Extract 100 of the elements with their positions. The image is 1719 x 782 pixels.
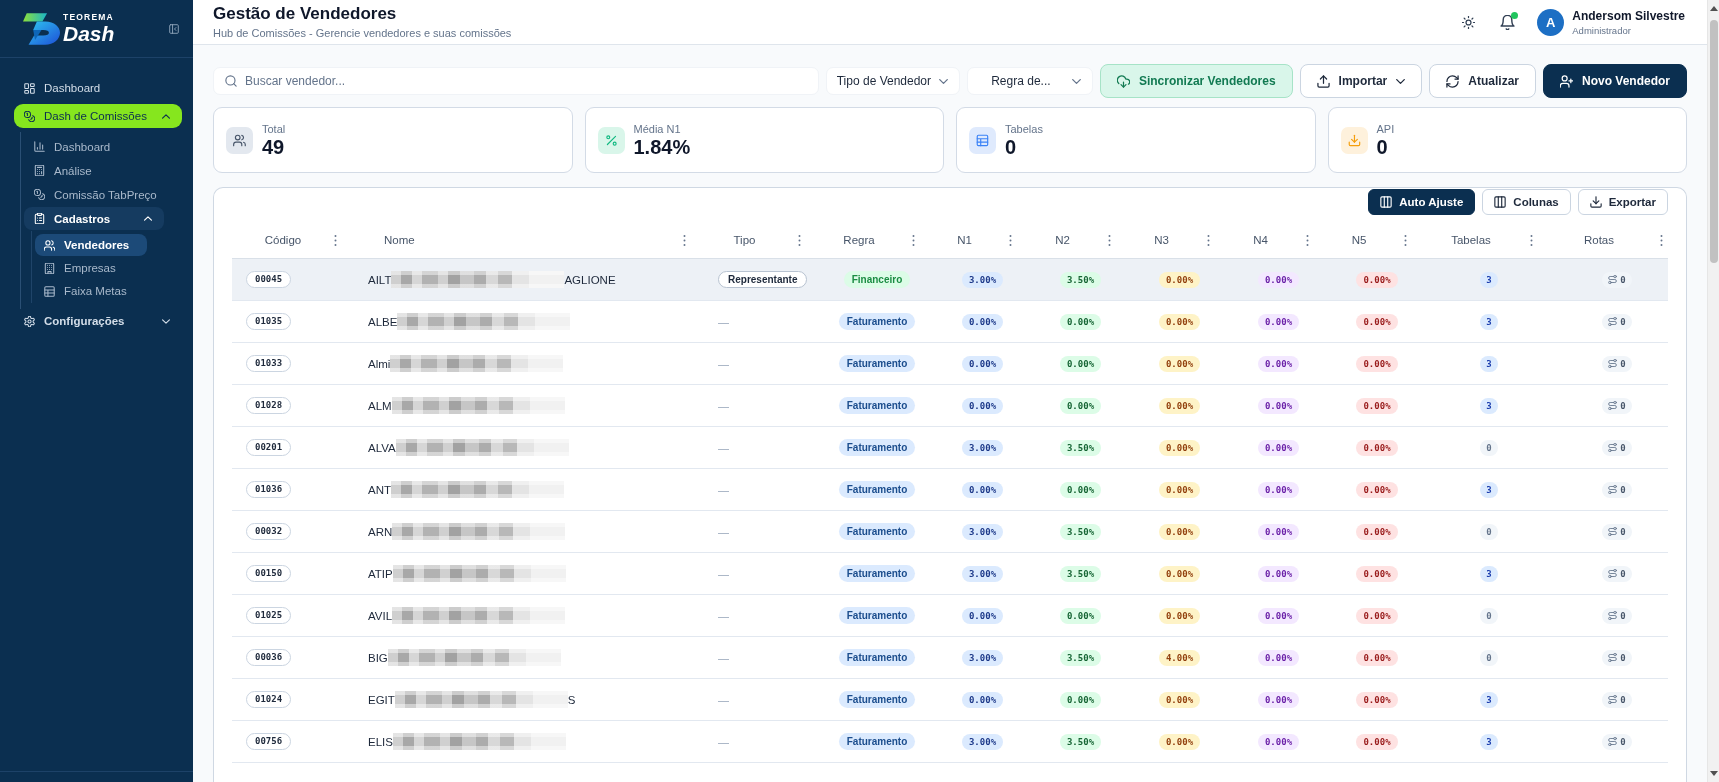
column-menu-icon[interactable] [912, 234, 915, 246]
action-button[interactable]: Novo Vendedor [1543, 64, 1687, 98]
column-menu-icon[interactable] [1530, 234, 1533, 246]
column-menu-icon[interactable] [1660, 234, 1663, 246]
action-button[interactable]: Atualizar [1429, 64, 1536, 98]
column-header: Regra [843, 234, 875, 246]
action-button[interactable]: Sincronizar Vendedores [1099, 64, 1293, 98]
action-button[interactable]: Importar [1299, 64, 1423, 98]
routes-count: 0 [1620, 484, 1626, 495]
rate-tag: 3.00% [961, 523, 1004, 540]
action-button[interactable]: Colunas [1482, 189, 1571, 215]
rate-tag: 0.00% [1257, 565, 1300, 582]
refresh-icon [1446, 74, 1460, 88]
rule-tag: Faturamento [838, 649, 916, 666]
route-icon [1608, 695, 1618, 704]
route-icon [1608, 485, 1618, 494]
rate-tag: 0.00% [1059, 355, 1102, 372]
vendor-name: ALBE [368, 315, 398, 328]
rate-tag: 0.00% [1059, 313, 1102, 330]
nav-item[interactable]: Comissão TabPreço [24, 183, 164, 206]
brand-label: TEOREMA [63, 13, 115, 22]
rule-tag: Faturamento [838, 607, 916, 624]
code-tag: 01035 [246, 313, 292, 330]
rate-tag: 3.00% [961, 271, 1004, 288]
column-header: N4 [1253, 234, 1268, 246]
rate-tag: 3.50% [1059, 565, 1102, 582]
scroll-down-arrow-icon[interactable] [1709, 771, 1718, 776]
chevron-down-icon[interactable] [162, 318, 170, 324]
rule-tag: Financeiro [843, 271, 911, 288]
vendor-name: ALVA [368, 441, 396, 454]
count-tag: 3 [1480, 271, 1498, 288]
count-tag: 3 [1480, 691, 1498, 708]
code-tag: 00150 [246, 565, 292, 582]
rate-tag: 0.00% [1158, 271, 1201, 288]
table-row[interactable]: 00045 AILT AGLIONE Representante Financeiro 3.00% 3.50% 0.00% 0.00% 0.00% 3 0 [232, 259, 1668, 301]
column-menu-icon[interactable] [1009, 234, 1012, 246]
column-header: Nome [384, 234, 415, 246]
nav-item[interactable]: Cadastros [24, 207, 164, 230]
rule-tag: Faturamento [838, 397, 916, 414]
vendor-name: AVIL [368, 609, 393, 622]
routes-count: 0 [1620, 274, 1626, 285]
coins-icon [34, 189, 45, 200]
route-icon [1608, 401, 1618, 410]
column-header: Código [264, 234, 302, 246]
column-menu-icon[interactable] [683, 234, 686, 246]
vendor-name: ARN [368, 525, 393, 538]
scrollbar-thumb[interactable] [1709, 20, 1718, 263]
panel-left-icon[interactable] [169, 23, 179, 34]
user-plus-icon [1560, 74, 1573, 88]
nav-item[interactable]: Dashboard [24, 135, 164, 158]
chevron-up-icon[interactable] [162, 113, 170, 119]
empty-value: — [718, 651, 729, 664]
rate-tag: 3.50% [1059, 271, 1102, 288]
user-role: Administrador [1572, 24, 1632, 36]
column-menu-icon[interactable] [1108, 234, 1111, 246]
stat-label: API [1376, 122, 1395, 135]
nav-item[interactable]: Análise [24, 159, 164, 182]
grid-icon [24, 82, 35, 94]
column-menu-icon[interactable] [798, 234, 801, 246]
count-tag: 3 [1480, 313, 1498, 330]
settings-icon [24, 315, 35, 327]
column-header: Rotas [1583, 234, 1614, 246]
rate-tag: 0.00% [1257, 733, 1300, 750]
sun-icon[interactable] [1462, 15, 1476, 29]
action-button[interactable]: Auto Ajuste [1368, 189, 1476, 215]
column-menu-icon[interactable] [1404, 234, 1407, 246]
routes-count: 0 [1620, 694, 1626, 705]
cloud-download-icon [1116, 74, 1130, 88]
filter-select[interactable]: Regra de... [966, 67, 1093, 95]
rule-tag: Faturamento [838, 733, 916, 750]
column-menu-icon[interactable] [1207, 234, 1210, 246]
brand-name: Dash [63, 22, 115, 44]
nav-item[interactable]: Faixa Metas [35, 280, 147, 302]
column-menu-icon[interactable] [334, 234, 337, 246]
routes-count: 0 [1620, 568, 1626, 579]
stat-value: 0 [1005, 135, 1018, 158]
nav-item[interactable]: Vendedores [35, 234, 147, 256]
vendor-name: BIG [368, 651, 388, 664]
count-tag: 0 [1480, 607, 1498, 624]
vendor-name: ELIS [368, 735, 393, 748]
search-icon [225, 75, 237, 87]
action-button[interactable]: Exportar [1577, 189, 1668, 215]
rate-tag: 0.00% [1356, 607, 1398, 624]
code-tag: 00045 [246, 271, 292, 288]
column-menu-icon[interactable] [1306, 234, 1309, 246]
stat-label: Total [262, 122, 286, 135]
nav-item[interactable]: Empresas [35, 257, 147, 279]
bell-icon[interactable] [1500, 14, 1516, 30]
scroll-up-arrow-icon[interactable] [1709, 6, 1718, 11]
search-field[interactable]: Buscar vendedor... [213, 67, 819, 95]
user-avatar[interactable]: A [1537, 8, 1565, 36]
filter-select[interactable]: Tipo de Vendedor [825, 67, 960, 95]
nav-item[interactable]: Configurações [14, 309, 182, 333]
vendor-name: EGIT [368, 693, 395, 706]
rate-tag: 0.00% [1158, 733, 1201, 750]
rate-tag: 3.00% [961, 439, 1004, 456]
nav-item[interactable]: Dashboard [14, 76, 182, 100]
vendor-name: AILT [368, 273, 392, 286]
rate-tag: 0.00% [1356, 733, 1398, 750]
nav-item[interactable]: Dash de Comissões [14, 104, 182, 128]
